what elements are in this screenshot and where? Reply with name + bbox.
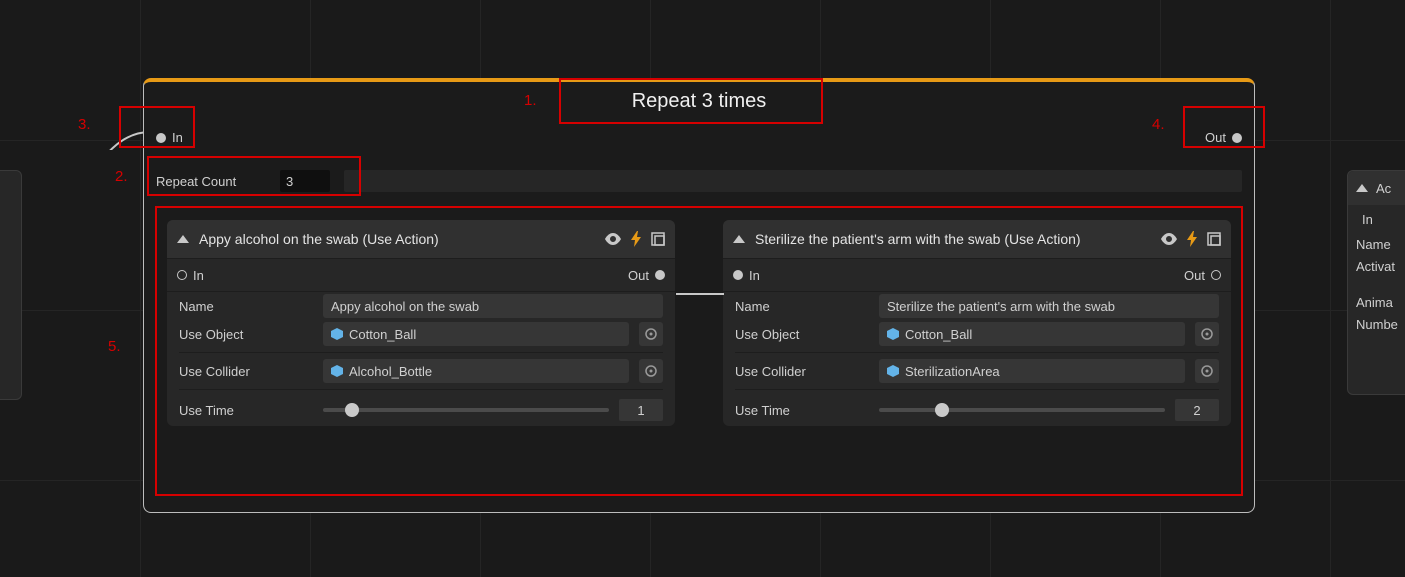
repeat-count-track[interactable] — [344, 170, 1242, 192]
subnode-a-out-port[interactable]: Out — [628, 268, 665, 283]
subnode-a-usetime-slider[interactable] — [323, 408, 609, 412]
next-node-row-anim: Anima — [1348, 291, 1405, 313]
subnode-b-usecollider-value[interactable]: SterilizationArea — [879, 359, 1185, 383]
visibility-icon[interactable] — [1161, 233, 1177, 245]
subnode-apply-alcohol[interactable]: Appy alcohol on the swab (Use Action) In… — [167, 220, 675, 426]
bolt-icon[interactable] — [1187, 231, 1197, 247]
subnode-b-useobject-value[interactable]: Cotton_Ball — [879, 322, 1185, 346]
target-picker-button[interactable] — [1195, 359, 1219, 383]
target-picker-button[interactable] — [639, 359, 663, 383]
subnode-b-out-label: Out — [1184, 268, 1205, 283]
subnode-b-useobject-label: Use Object — [735, 327, 869, 342]
subnode-b-in-port[interactable]: In — [733, 268, 760, 283]
object-icon — [887, 365, 899, 377]
repeat-in-port[interactable]: In — [156, 130, 183, 145]
subnode-a-usecollider-value[interactable]: Alcohol_Bottle — [323, 359, 629, 383]
subnode-b-usetime-label: Use Time — [735, 403, 869, 418]
object-icon — [887, 328, 899, 340]
subnode-b-name-value[interactable]: Sterilize the patient's arm with the swa… — [879, 294, 1219, 318]
collapse-icon[interactable] — [1356, 184, 1368, 192]
subnode-a-name-value[interactable]: Appy alcohol on the swab — [323, 294, 663, 318]
repeat-node[interactable]: Repeat 3 times In Out Repeat Count Appy … — [143, 78, 1255, 513]
next-node-name-value: Activat — [1348, 255, 1405, 277]
repeat-node-title: Repeat 3 times — [144, 90, 1254, 113]
target-picker-button[interactable] — [1195, 322, 1219, 346]
repeat-out-port[interactable]: Out — [1205, 130, 1242, 145]
subnode-b-title: Sterilize the patient's arm with the swa… — [755, 231, 1151, 247]
subnode-a-useobject-value[interactable]: Cotton_Ball — [323, 322, 629, 346]
subnode-a-in-label: In — [193, 268, 204, 283]
repeat-in-label: In — [172, 130, 183, 145]
subnode-b-usecollider-label: Use Collider — [735, 364, 869, 379]
repeat-count-label: Repeat Count — [156, 174, 266, 189]
object-icon — [331, 328, 343, 340]
subnode-b-out-port[interactable]: Out — [1184, 268, 1221, 283]
open-icon[interactable] — [651, 232, 665, 246]
target-picker-button[interactable] — [639, 322, 663, 346]
subnode-b-usetime-slider[interactable] — [879, 408, 1165, 412]
subnode-a-name-label: Name — [179, 299, 313, 314]
subnode-a-out-label: Out — [628, 268, 649, 283]
collapse-icon[interactable] — [177, 235, 189, 243]
collapse-icon[interactable] — [733, 235, 745, 243]
subnode-a-usetime-label: Use Time — [179, 403, 313, 418]
left-prev-node-fragment[interactable] — [0, 170, 22, 400]
repeat-out-label: Out — [1205, 130, 1226, 145]
object-icon — [331, 365, 343, 377]
subnode-a-useobject-label: Use Object — [179, 327, 313, 342]
repeat-count-input[interactable] — [280, 170, 330, 192]
subnode-b-usetime-value[interactable]: 2 — [1175, 399, 1219, 421]
open-icon[interactable] — [1207, 232, 1221, 246]
next-node-row-number: Numbe — [1348, 313, 1405, 335]
next-node-name-label: Name — [1348, 233, 1405, 255]
next-node-title: Ac — [1376, 181, 1391, 196]
subnode-a-usetime-value[interactable]: 1 — [619, 399, 663, 421]
subnode-b-in-label: In — [749, 268, 760, 283]
visibility-icon[interactable] — [605, 233, 621, 245]
subnode-link — [676, 293, 724, 295]
subnode-a-title: Appy alcohol on the swab (Use Action) — [199, 231, 595, 247]
bolt-icon[interactable] — [631, 231, 641, 247]
subnode-a-usecollider-label: Use Collider — [179, 364, 313, 379]
next-node-in-label: In — [1362, 212, 1373, 227]
subnode-sterilize-arm[interactable]: Sterilize the patient's arm with the swa… — [723, 220, 1231, 426]
subnode-a-in-port[interactable]: In — [177, 268, 204, 283]
subnode-b-name-label: Name — [735, 299, 869, 314]
right-next-node-fragment[interactable]: Ac In Name Activat Anima Numbe — [1347, 170, 1405, 395]
